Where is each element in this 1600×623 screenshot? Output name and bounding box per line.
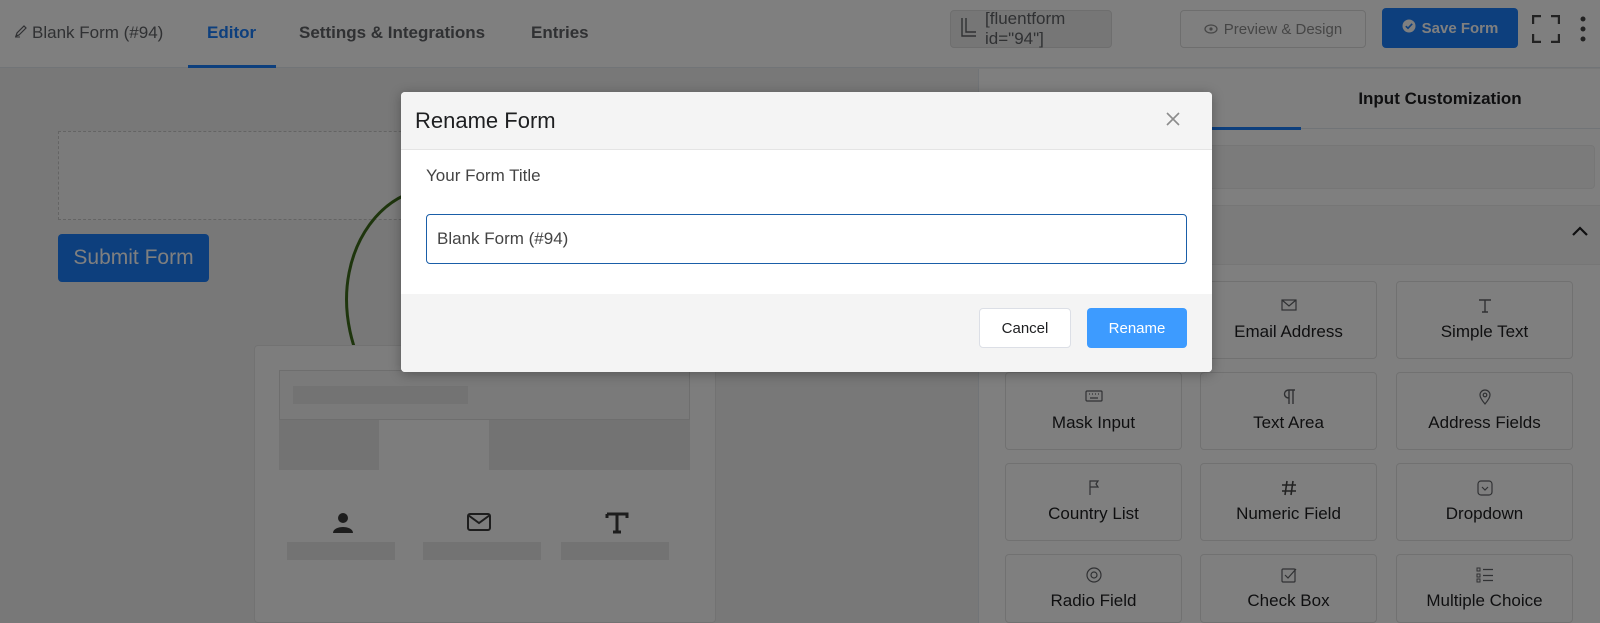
dialog-title: Rename Form — [415, 108, 556, 133]
close-icon[interactable] — [1162, 108, 1184, 130]
rename-form-dialog: Rename Form Your Form Title Cancel Renam… — [401, 92, 1212, 372]
form-title-label: Your Form Title — [426, 166, 541, 185]
rename-button[interactable]: Rename — [1087, 308, 1187, 348]
cancel-button[interactable]: Cancel — [979, 308, 1071, 348]
form-title-input[interactable] — [426, 214, 1187, 264]
dialog-footer: Cancel Rename — [401, 294, 1212, 372]
dialog-header: Rename Form — [401, 92, 1212, 150]
